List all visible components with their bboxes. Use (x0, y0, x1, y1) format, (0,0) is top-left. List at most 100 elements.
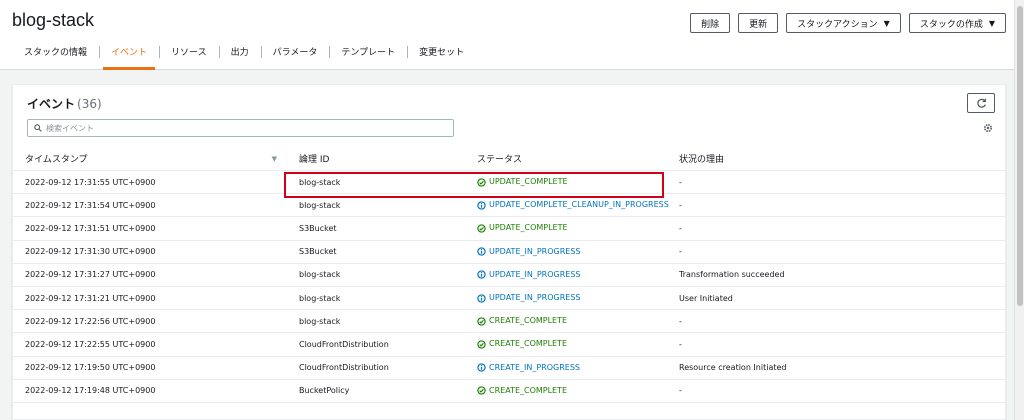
status-indicator: UPDATE_COMPLETE (477, 177, 568, 187)
status-text: UPDATE_IN_PROGRESS (489, 269, 581, 279)
table-row: 2022-09-12 17:19:50 UTC+0900 CloudFrontDi… (13, 357, 1007, 380)
column-header-reason[interactable]: 状況の理由 (667, 147, 1007, 170)
status-indicator: UPDATE_IN_PROGRESS (477, 247, 580, 257)
cell-status: UPDATE_COMPLETE (465, 171, 667, 193)
status-text: UPDATE_COMPLETE (489, 223, 568, 233)
cell-logical-id: CloudFrontDistribution (299, 363, 389, 373)
page-scrollbar[interactable] (1014, 0, 1024, 420)
cell-reason: - (679, 339, 682, 349)
cell-reason: - (679, 386, 682, 396)
info-circle-icon (477, 270, 486, 280)
scrollbar-thumb[interactable] (1017, 6, 1023, 306)
table-row: 2022-09-12 17:31:55 UTC+0900 blog-stack UP… (13, 171, 1007, 195)
status-indicator: UPDATE_COMPLETE_CLEANUP_IN_PROGRESS (477, 200, 674, 210)
caret-down-icon: ▼ (988, 18, 995, 28)
cell-logical-id: CloudFrontDistribution (299, 339, 389, 349)
status-text: CREATE_COMPLETE (489, 339, 568, 349)
cell-logical-id: blog-stack (299, 293, 341, 303)
cell-reason: Resource creation Initiated (679, 363, 787, 373)
refresh-icon (976, 98, 986, 108)
status-header-label: ステータス (477, 155, 523, 165)
cell-status: CREATE_COMPLETE (465, 310, 667, 332)
update-label: 更新 (749, 19, 768, 30)
cell-logical-id: S3Bucket (299, 223, 337, 233)
cell-timestamp: 2022-09-12 17:31:51 UTC+0900 (25, 223, 156, 233)
cell-reason: - (679, 200, 682, 210)
gear-icon[interactable] (983, 123, 993, 133)
table-row: 2022-09-12 17:19:48 UTC+0900 BucketPolicy… (13, 380, 1007, 403)
check-circle-icon (477, 224, 486, 233)
cell-status: CREATE_IN_PROGRESS (465, 357, 667, 379)
refresh-button[interactable] (967, 93, 995, 113)
tab-events[interactable]: イベント (99, 42, 159, 70)
cell-status: UPDATE_IN_PROGRESS (465, 241, 667, 263)
status-text: UPDATE_IN_PROGRESS (489, 293, 581, 303)
stack-actions-label: スタックアクション (797, 19, 878, 30)
tab-outputs[interactable]: 出力 (218, 42, 261, 70)
caret-down-icon: ▼ (883, 18, 890, 28)
info-circle-icon (477, 363, 486, 372)
stack-header: blog-stack 削除 更新 スタックアクション ▼ スタックの作成 ▼ スタッ… (0, 0, 1014, 70)
column-header-timestamp[interactable]: タイムスタンプ ▼ (13, 147, 287, 170)
delete-button[interactable]: 削除 (690, 13, 731, 33)
check-circle-icon (477, 340, 486, 349)
tab-change-sets[interactable]: 変更セット (407, 42, 476, 70)
cell-timestamp: 2022-09-12 17:31:55 UTC+0900 (25, 177, 156, 187)
cell-status: UPDATE_COMPLETE (465, 217, 667, 239)
search-icon (34, 124, 42, 132)
status-indicator: UPDATE_IN_PROGRESS (477, 293, 580, 303)
info-circle-icon (477, 247, 486, 256)
table-row: 2022-09-12 17:22:55 UTC+0900 CloudFrontDi… (13, 333, 1007, 357)
page-title: blog-stack (12, 10, 95, 30)
table-row: 2022-09-12 17:31:30 UTC+0900 S3Bucket UPDA… (13, 241, 1007, 264)
info-circle-icon (477, 201, 486, 210)
column-header-logical-id[interactable]: 論理 ID (287, 147, 465, 170)
logical-id-header-label: 論理 ID (299, 155, 330, 165)
status-text: UPDATE_COMPLETE_CLEANUP_IN_PROGRESS (489, 200, 669, 210)
search-input[interactable]: 検索イベント (27, 119, 454, 137)
cell-timestamp: 2022-09-12 17:31:30 UTC+0900 (25, 247, 156, 257)
search-placeholder: 検索イベント (46, 123, 94, 133)
cell-logical-id: blog-stack (299, 177, 341, 187)
header-actions: 削除 更新 スタックアクション ▼ スタックの作成 ▼ (690, 13, 1006, 33)
cell-timestamp: 2022-09-12 17:19:50 UTC+0900 (25, 363, 156, 373)
table-row: 2022-09-12 17:31:27 UTC+0900 blog-stack UP… (13, 264, 1007, 287)
cell-reason: Transformation succeeded (679, 270, 785, 280)
events-title-text: イベント (27, 97, 76, 111)
check-circle-icon (477, 386, 486, 395)
table-row: 2022-09-12 17:31:51 UTC+0900 S3Bucket UPDA… (13, 217, 1007, 241)
cell-status: UPDATE_IN_PROGRESS (465, 264, 667, 286)
status-text: UPDATE_COMPLETE (489, 177, 568, 187)
cell-status: UPDATE_IN_PROGRESS (465, 287, 667, 309)
create-stack-button[interactable]: スタックの作成 ▼ (908, 13, 1006, 33)
tab-stack-info[interactable]: スタックの情報 (12, 42, 99, 70)
events-count: (36) (77, 97, 102, 111)
tab-parameters[interactable]: パラメータ (260, 42, 330, 70)
status-indicator: CREATE_COMPLETE (477, 386, 567, 396)
cell-logical-id: S3Bucket (299, 247, 337, 257)
check-circle-icon (477, 177, 486, 187)
cell-timestamp: 2022-09-12 17:22:56 UTC+0900 (25, 316, 156, 326)
events-panel: イベント (36) 検索イベント タイムスタンプ ▼ 論理 ID ステータス 状況の… (12, 84, 1007, 420)
cell-status: CREATE_COMPLETE (465, 380, 667, 402)
reason-header-label: 状況の理由 (679, 155, 725, 165)
cell-status: UPDATE_COMPLETE_CLEANUP_IN_PROGRESS (465, 194, 669, 216)
cell-timestamp: 2022-09-12 17:31:54 UTC+0900 (25, 200, 156, 210)
cell-timestamp: 2022-09-12 17:31:27 UTC+0900 (25, 270, 156, 280)
cell-logical-id: blog-stack (299, 270, 341, 280)
update-button[interactable]: 更新 (738, 13, 779, 33)
status-indicator: CREATE_IN_PROGRESS (477, 363, 580, 373)
events-table: タイムスタンプ ▼ 論理 ID ステータス 状況の理由 2022-09-12 17… (13, 147, 1007, 403)
stack-actions-button[interactable]: スタックアクション ▼ (786, 13, 901, 33)
column-header-status[interactable]: ステータス (465, 147, 667, 170)
info-circle-icon (477, 293, 486, 303)
cell-reason: - (679, 177, 682, 187)
cell-status: CREATE_COMPLETE (465, 333, 667, 355)
cell-logical-id: blog-stack (299, 316, 341, 326)
table-row: 2022-09-12 17:31:54 UTC+0900 blog-stack UP… (13, 194, 1007, 218)
tab-resources[interactable]: リソース (159, 42, 219, 70)
status-text: CREATE_COMPLETE (489, 385, 568, 395)
table-row: 2022-09-12 17:31:21 UTC+0900 blog-stack UP… (13, 287, 1007, 311)
tab-template[interactable]: テンプレート (329, 42, 407, 70)
events-title: イベント (36) (27, 95, 102, 112)
